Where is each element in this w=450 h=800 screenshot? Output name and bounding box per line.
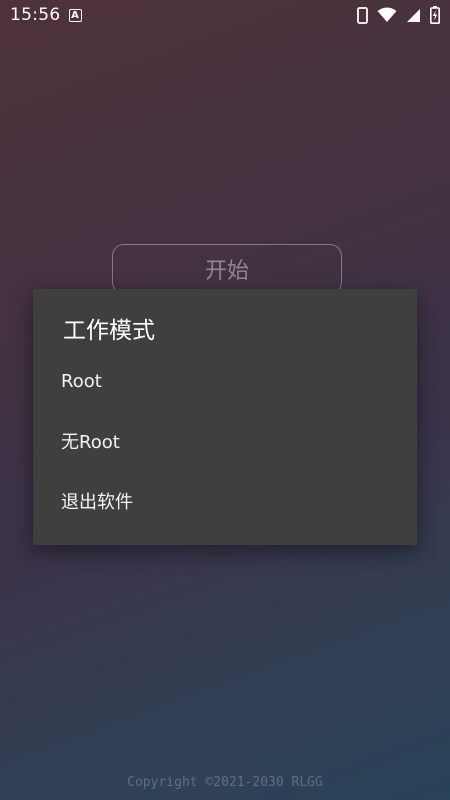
dialog-item-root[interactable]: Root — [33, 353, 417, 409]
status-bar: 15:56 A — [0, 0, 450, 30]
phone-icon — [357, 6, 368, 24]
dialog-item-no-root[interactable]: 无Root — [33, 413, 417, 469]
status-time: 15:56 — [10, 5, 61, 25]
status-left: 15:56 A — [10, 5, 82, 25]
start-button[interactable]: 开始 — [112, 244, 342, 294]
dialog-title: 工作模式 — [63, 318, 155, 344]
copyright-text: Copyright ©2021-2030 RLGG — [127, 775, 323, 790]
status-right — [357, 6, 440, 24]
notification-a-icon: A — [68, 8, 82, 22]
wifi-icon — [377, 7, 397, 23]
dialog-item-exit[interactable]: 退出软件 — [33, 473, 417, 529]
app-screen: 15:56 A 开始 工作模式 Root 无Root 退出软件 Copyrigh… — [0, 0, 450, 800]
cell-signal-icon — [406, 8, 421, 23]
battery-charging-icon — [430, 6, 440, 24]
work-mode-dialog: 工作模式 Root 无Root 退出软件 — [33, 289, 417, 545]
